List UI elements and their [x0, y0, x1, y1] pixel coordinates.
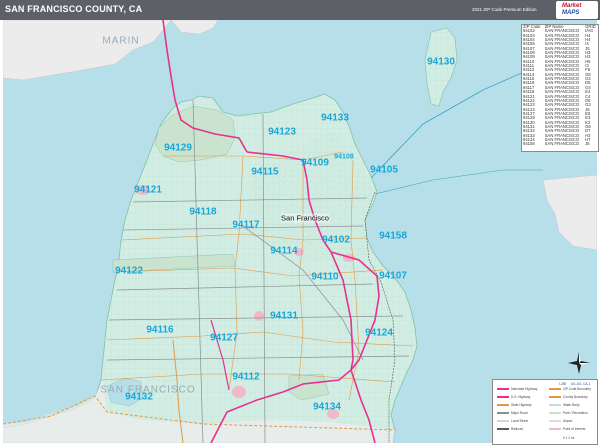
- legend-swatch: [549, 420, 561, 422]
- legend-label: Interstate Highway: [511, 387, 538, 391]
- legend-label: Local Street: [511, 419, 529, 423]
- legend-label: County Boundary: [563, 395, 588, 399]
- zip-name-cell: SAN FRANCISCO: [544, 141, 580, 147]
- zip-label[interactable]: 94107: [379, 271, 407, 282]
- legend-swatch: [549, 428, 561, 430]
- legend-label: Point of Interest: [563, 427, 586, 431]
- grid-cell: J5: [585, 141, 590, 147]
- zip-cell: 94158: [523, 141, 535, 147]
- legend-swatch: [497, 396, 509, 398]
- zip-label[interactable]: 94129: [164, 143, 192, 154]
- marin-label: MARIN: [102, 35, 140, 47]
- legend-swatch: [497, 404, 509, 406]
- zip-label[interactable]: 94134: [313, 402, 341, 413]
- poi-area: [232, 386, 246, 398]
- highway-shield-icon: US-101: [571, 382, 582, 386]
- compass-rose-icon: [568, 352, 590, 374]
- map-header: SAN FRANCISCO COUNTY, CA 2021 ZIP Code P…: [0, 0, 600, 20]
- zip-label[interactable]: 94112: [232, 372, 259, 383]
- zip-label[interactable]: 94102: [322, 235, 350, 246]
- zip-label[interactable]: 94109: [301, 158, 329, 169]
- zip-label[interactable]: 94108: [334, 154, 353, 161]
- legend-label: Park / Recreation: [563, 411, 588, 415]
- zip-table-row: 94158 SAN FRANCISCO J5: [522, 141, 598, 147]
- zip-label[interactable]: 94110: [311, 272, 338, 283]
- legend-label: Railroad: [511, 427, 523, 431]
- legend-swatch: [497, 412, 509, 414]
- map-legend: Interstate Highway U.S. Highway State High…: [492, 379, 598, 445]
- highway-shield-icon: CA-1: [583, 382, 591, 386]
- zip-label[interactable]: 94116: [146, 325, 173, 336]
- zip-label[interactable]: 94118: [189, 207, 216, 218]
- zip-label[interactable]: 94122: [115, 266, 143, 277]
- map-title: SAN FRANCISCO COUNTY, CA: [5, 4, 143, 14]
- legend-label: Airport: [563, 419, 573, 423]
- zip-label[interactable]: 94124: [365, 328, 393, 339]
- zip-label[interactable]: 94123: [268, 127, 296, 138]
- legend-swatch: [549, 412, 561, 414]
- zip-label[interactable]: 94130: [427, 57, 455, 68]
- zip-label[interactable]: 94121: [134, 185, 162, 196]
- legend-swatch: [497, 388, 509, 390]
- map-edition: 2021 ZIP Code Premium Edition: [472, 7, 537, 12]
- zip-label[interactable]: 94117: [232, 220, 259, 231]
- legend-label: ZIP Code Boundary: [563, 387, 591, 391]
- zip-label[interactable]: 94115: [251, 167, 278, 178]
- zip-label[interactable]: 94105: [370, 165, 398, 176]
- highway-shield-icon: I-280: [559, 382, 567, 386]
- legend-swatch: [549, 404, 561, 406]
- zip-label[interactable]: 94131: [270, 311, 298, 322]
- zip-table-body: 94102 SAN FRANCISCO I/H4 94103 SAN FRANCISCO…: [522, 28, 598, 147]
- zip-label[interactable]: 94114: [270, 246, 297, 257]
- zip-label[interactable]: 94127: [210, 333, 238, 344]
- legend-label: U.S. Highway: [511, 395, 531, 399]
- zip-table: ZIP Code ZIP Name GRID 94102 SAN FRANCISC…: [522, 25, 598, 147]
- legend-label: Water Body: [563, 403, 580, 407]
- legend-swatch: [497, 420, 509, 422]
- legend-label: Major Road: [511, 411, 528, 415]
- legend-swatch: [549, 388, 561, 390]
- zip-label[interactable]: 94158: [379, 231, 407, 242]
- zip-label[interactable]: 94132: [125, 392, 153, 403]
- poi-area: [254, 311, 264, 321]
- brand-logo: Market MAPS: [556, 1, 598, 19]
- city-label: San Francisco: [281, 213, 329, 223]
- zip-label[interactable]: 94133: [321, 113, 349, 124]
- logo-line2: MAPS: [562, 10, 580, 16]
- legend-label: State Highway: [511, 403, 532, 407]
- zip-index-table: ZIP Code ZIP Name GRID 94102 SAN FRANCISC…: [521, 24, 599, 152]
- legend-swatch: [549, 396, 561, 398]
- scale-bar: 0 1 2 mi: [563, 436, 575, 440]
- logo-line1: Market: [562, 3, 582, 9]
- legend-swatch: [497, 428, 509, 430]
